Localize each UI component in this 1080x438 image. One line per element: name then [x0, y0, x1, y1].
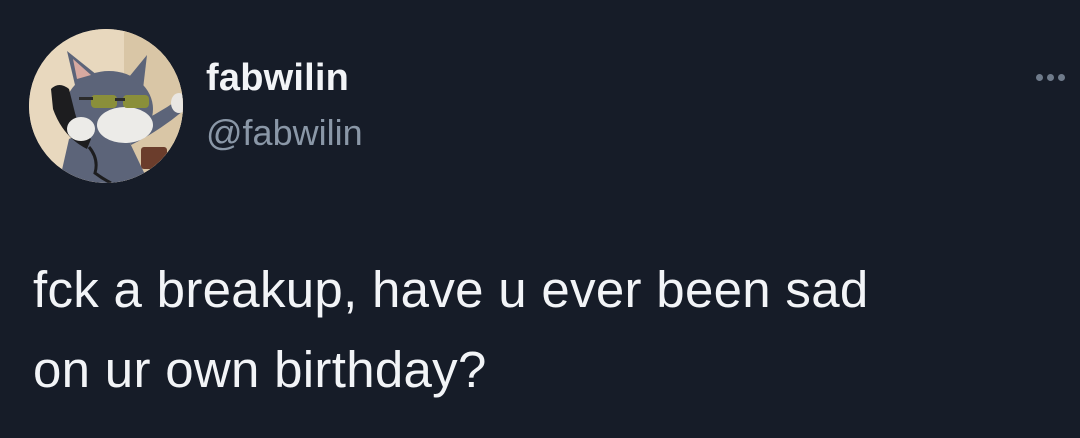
more-horizontal-icon: [1035, 73, 1065, 81]
more-dot: [1035, 73, 1043, 81]
more-dot: [1057, 73, 1065, 81]
tweet-text: fck a breakup, have u ever been sad on u…: [33, 250, 1043, 410]
tweet-text-line: on ur own birthday?: [33, 341, 487, 398]
tweet-card: fabwilin @fabwilin fck a breakup, have u…: [0, 0, 1080, 438]
more-dot: [1046, 73, 1054, 81]
author-handle[interactable]: @fabwilin: [206, 112, 363, 154]
author-display-name[interactable]: fabwilin: [206, 57, 349, 100]
tweet-text-line: fck a breakup, have u ever been sad: [33, 261, 869, 318]
more-options-button[interactable]: [1026, 62, 1074, 92]
avatar[interactable]: [29, 29, 183, 183]
avatar-image: [29, 29, 183, 183]
